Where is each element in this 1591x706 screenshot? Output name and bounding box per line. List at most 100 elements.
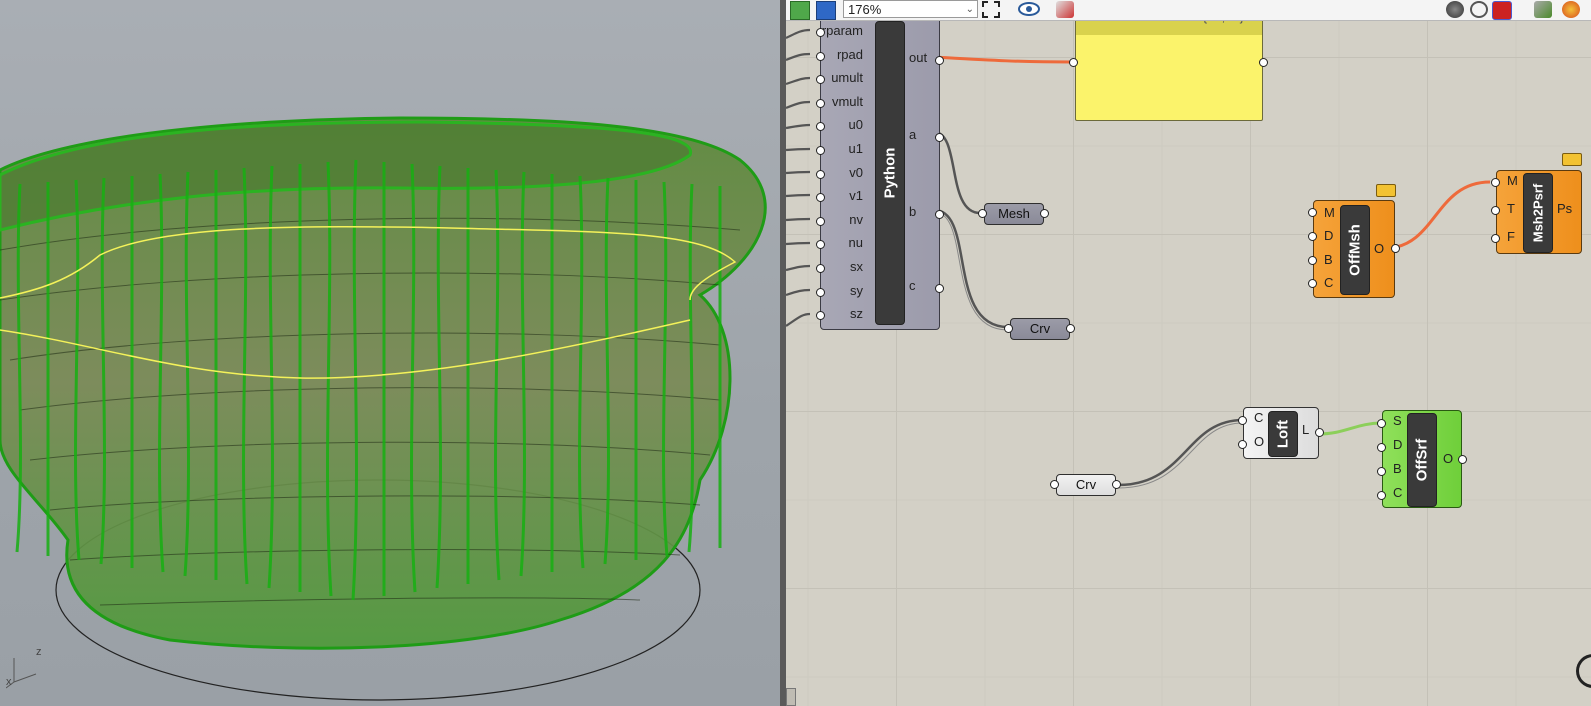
loft-input-c: C [1254,410,1264,425]
python-input-u1: u1 [848,141,863,156]
python-grip-umult[interactable] [816,75,825,85]
python-grip-out[interactable] [935,56,944,65]
offmsh-input-d: D [1324,228,1334,243]
python-input-umult: umult [831,70,863,86]
python-grip-u0[interactable] [816,122,825,132]
python-input-v1: v1 [849,188,863,204]
offmsh-grip-c[interactable] [1308,279,1317,288]
python-grip-a[interactable] [935,133,944,142]
zoom-extents-icon[interactable] [982,1,1000,18]
loft-component-name: Loft [1274,419,1292,449]
python-input-rparam: rparam [821,23,863,38]
python-grip-v1[interactable] [816,193,825,203]
offsrf-input-s: S [1393,413,1402,428]
wire-crv-loft [1117,418,1244,487]
offsrf-grip-b[interactable] [1377,467,1386,476]
crv-param-top-label: Crv [1029,321,1051,336]
mesh-param-output-grip[interactable] [1040,209,1049,218]
crv-param-top-input-grip[interactable] [1004,324,1013,333]
python-grip-sy[interactable] [816,287,825,297]
render-preview-icon[interactable] [1562,1,1580,18]
offmsh-component-name: OffMsh [1346,224,1364,276]
open-file-icon[interactable] [790,1,810,20]
offsrf-grip-c[interactable] [1377,491,1386,500]
msh2psrf-input-f: F [1507,229,1515,244]
python-grip-nv[interactable] [816,216,825,226]
python-input-nv: nv [849,211,863,227]
canvas-toolbar: 176% ⌄ [786,0,1591,21]
sketch-pen-icon[interactable] [1056,1,1074,18]
wire-offmsh-msh2psrf [1388,180,1491,250]
panel-input-grip[interactable] [1069,58,1078,67]
offsrf-grip-s[interactable] [1377,419,1386,428]
offsrf-output-o: O [1443,451,1454,466]
crv-param-top[interactable]: Crv [1010,318,1070,340]
wire-a-mesh [933,130,981,215]
python-grip-sx[interactable] [816,264,825,273]
panel-output-grip[interactable] [1259,58,1268,67]
preview-shaded-icon[interactable] [1446,1,1464,18]
python-input-u0: u0 [848,117,863,133]
mesh-param-input-grip[interactable] [978,209,987,218]
chevron-down-icon: ⌄ [965,4,974,15]
preview-eye-icon[interactable] [1018,1,1040,18]
input-wires [786,28,811,327]
python-input-v0: v0 [849,164,863,180]
python-grip-sz[interactable] [816,311,825,321]
loft-grip-c[interactable] [1238,416,1247,425]
msh2psrf-input-t: T [1507,201,1515,216]
loft-grip-o[interactable] [1238,440,1247,449]
offmsh-component[interactable]: OffMsh M D B C O [1313,200,1395,298]
offmsh-input-c: C [1324,275,1334,290]
mesh-param[interactable]: Mesh [984,203,1044,225]
crv-param-top-output-grip[interactable] [1066,324,1075,333]
loft-input-o: O [1254,434,1265,449]
python-input-sx: sx [850,259,863,274]
offmsh-grip-o[interactable] [1391,244,1400,253]
offmsh-grip-m[interactable] [1308,208,1317,217]
python-output-out: out [909,50,928,65]
offmsh-grip-b[interactable] [1308,256,1317,265]
save-file-icon[interactable] [816,1,836,20]
offmsh-output-o: O [1374,241,1385,256]
document-preview-icon[interactable] [1534,1,1552,18]
preview-selected-icon[interactable] [1492,1,1512,20]
python-component[interactable]: Python rparam rpad umult vmult u0 u1 v0 v1 nv nu s… [816,14,944,330]
loft-grip-l[interactable] [1315,428,1324,437]
python-grip-b[interactable] [935,210,944,219]
msh2psrf-title-bar: Msh2Psrf [1523,173,1553,253]
mesh-param-label: Mesh [998,206,1030,221]
python-component-name: Python [881,147,899,199]
loft-component[interactable]: Loft C O L [1243,407,1319,459]
offsrf-grip-d[interactable] [1377,443,1386,452]
msh2psrf-grip-m[interactable] [1491,178,1500,187]
offmsh-grip-d[interactable] [1308,232,1317,241]
wire-b-crv-shadow [933,211,1009,331]
crv-param-bottom-input-grip[interactable] [1050,480,1059,489]
python-grip-vmult[interactable] [816,98,825,108]
python-grip-nu[interactable] [816,240,825,250]
zoom-value: 176% [848,2,882,17]
rhino-viewport[interactable]: z x [0,0,780,706]
msh2psrf-grip-t[interactable] [1491,206,1500,215]
offsrf-component[interactable]: OffSrf S D B C O [1382,410,1462,508]
msh2psrf-component[interactable]: Msh2Psrf M T F Ps [1496,170,1582,254]
offsrf-title-bar: OffSrf [1407,413,1437,507]
offsrf-grip-o[interactable] [1458,455,1467,464]
python-grip-v0[interactable] [816,169,825,179]
crv-param-bottom[interactable]: Crv [1056,474,1116,496]
crv-param-bottom-output-grip[interactable] [1112,480,1121,489]
msh2psrf-grip-f[interactable] [1491,234,1500,243]
preview-wire-icon[interactable] [1470,1,1488,18]
python-grip-rparam[interactable] [816,28,825,37]
wire-out-panel [933,55,1073,64]
offmsh-input-m: M [1324,205,1335,220]
offsrf-input-c: C [1393,485,1403,500]
loft-title-bar: Loft [1268,411,1298,457]
python-grip-c[interactable] [935,284,944,293]
python-grip-u1[interactable] [816,146,825,155]
offmsh-title-bar: OffMsh [1340,205,1370,295]
zoom-select[interactable]: 176% ⌄ [843,0,978,18]
python-grip-rpad[interactable] [816,51,825,61]
axis-x-label: x [6,676,12,688]
